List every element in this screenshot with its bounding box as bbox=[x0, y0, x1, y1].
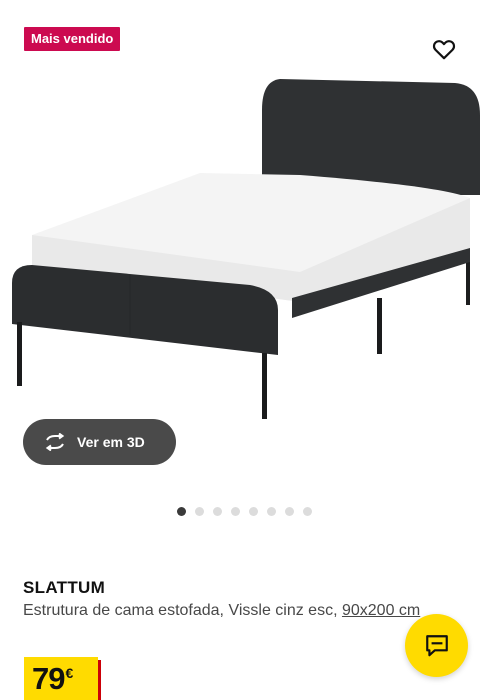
best-seller-badge: Mais vendido bbox=[24, 27, 121, 51]
rotate-icon bbox=[43, 433, 67, 451]
pagination-dot[interactable] bbox=[285, 507, 294, 516]
chat-icon bbox=[425, 634, 448, 656]
product-size-link[interactable]: 90x200 cm bbox=[342, 602, 420, 619]
heart-icon bbox=[432, 40, 456, 60]
chat-button[interactable] bbox=[405, 614, 468, 677]
product-name[interactable]: SLATTUM bbox=[23, 578, 105, 598]
pagination-dot[interactable] bbox=[267, 507, 276, 516]
pagination-dot-active[interactable] bbox=[177, 507, 186, 516]
price-amount: 79 bbox=[32, 661, 65, 696]
price-tag: 79 € bbox=[24, 657, 98, 700]
view-3d-label: Ver em 3D bbox=[77, 434, 145, 450]
pagination-dot[interactable] bbox=[195, 507, 204, 516]
pagination-dot[interactable] bbox=[249, 507, 258, 516]
pagination-dot[interactable] bbox=[213, 507, 222, 516]
favorite-button[interactable] bbox=[431, 36, 457, 62]
product-description-text: Estrutura de cama estofada, Vissle cinz … bbox=[23, 602, 342, 619]
pagination-dot[interactable] bbox=[231, 507, 240, 516]
view-3d-button[interactable]: Ver em 3D bbox=[23, 419, 176, 465]
product-image[interactable] bbox=[0, 70, 491, 430]
price-currency: € bbox=[65, 665, 74, 681]
pagination-dot[interactable] bbox=[303, 507, 312, 516]
product-description: Estrutura de cama estofada, Vissle cinz … bbox=[23, 600, 463, 622]
image-pagination bbox=[177, 507, 312, 516]
